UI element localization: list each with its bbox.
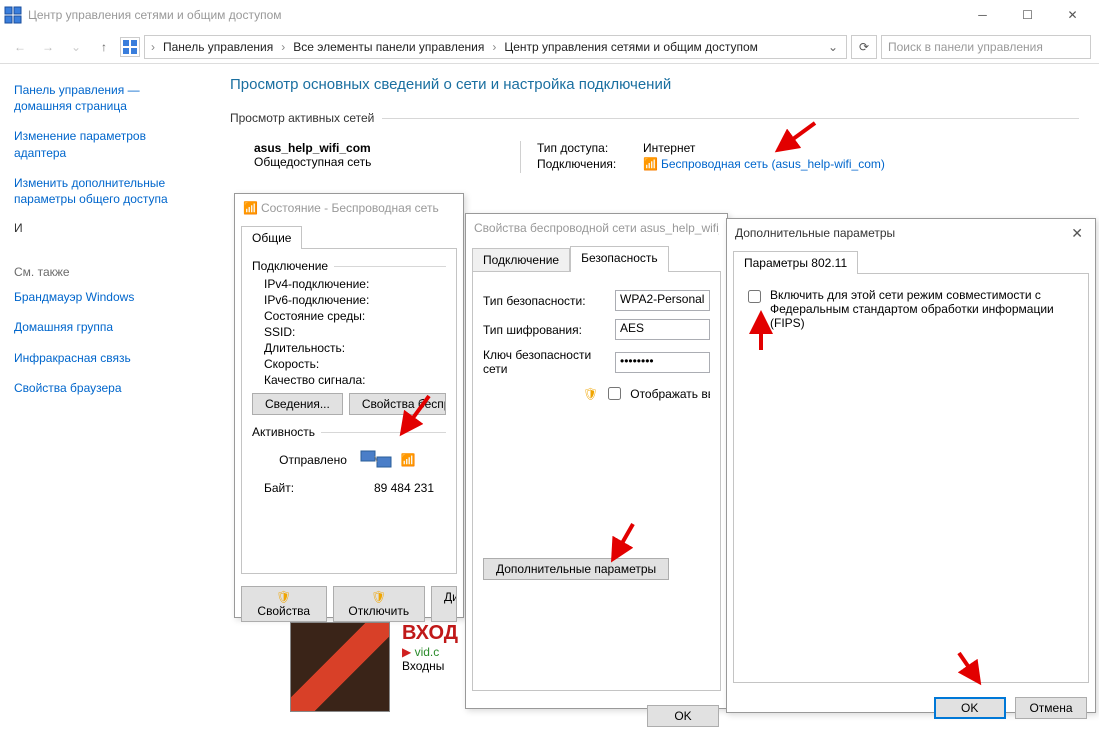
adv-cancel-button[interactable]: Отмена (1015, 697, 1087, 719)
adv-title: Дополнительные параметры (735, 226, 1067, 240)
wprops-ok-button[interactable]: OK (647, 705, 719, 727)
tab-connection[interactable]: Подключение (472, 248, 570, 272)
network-type: Общедоступная сеть (254, 155, 520, 169)
window-title: Центр управления сетями и общим доступом (28, 8, 960, 22)
active-networks-label: Просмотр активных сетей (230, 111, 1079, 125)
wireless-props-dialog: Свойства беспроводной сети asus_help_wif… (465, 213, 728, 709)
sidebar: Панель управления — домашняя страница Из… (0, 64, 210, 713)
row-ipv4: IPv4-подключение: (264, 277, 446, 291)
access-type-label: Тип доступа: (537, 141, 633, 155)
tab-security[interactable]: Безопасность (570, 246, 669, 272)
encryption-field[interactable]: AES (615, 319, 710, 340)
ad-banner: ВХОД ▶ vid.c Входны (290, 622, 458, 712)
crumb-network-center[interactable]: Центр управления сетями и общим доступом (500, 40, 762, 54)
window-titlebar: Центр управления сетями и общим доступом… (0, 0, 1099, 30)
adv-titlebar[interactable]: Дополнительные параметры ✕ (727, 219, 1095, 247)
ad-subtext: Входны (402, 659, 458, 673)
path-icon (120, 37, 140, 57)
connection-group: Подключение (252, 259, 328, 273)
ad-link[interactable]: ▶ vid.c (402, 645, 458, 659)
connections-label: Подключения: (537, 157, 633, 171)
adv-ok-button[interactable]: OK (934, 697, 1006, 719)
bytes-label: Байт: (264, 481, 294, 495)
activity-icon (359, 447, 393, 473)
refresh-button[interactable]: ⟳ (851, 35, 877, 59)
app-icon (4, 6, 22, 24)
row-ipv6: IPv6-подключение: (264, 293, 446, 307)
back-button[interactable]: ← (8, 40, 32, 54)
security-type-label: Тип безопасности: (483, 294, 615, 308)
page-title: Просмотр основных сведений о сети и наст… (230, 76, 1079, 93)
wprops-titlebar[interactable]: Свойства беспроводной сети asus_help_wif… (466, 214, 727, 242)
row-media: Состояние среды: (264, 309, 446, 323)
status-title: Состояние - Беспроводная сеть (261, 201, 455, 215)
access-type-value: Интернет (643, 141, 695, 155)
search-input[interactable]: Поиск в панели управления (881, 35, 1091, 59)
advanced-button[interactable]: Дополнительные параметры (483, 558, 669, 580)
status-titlebar[interactable]: 📶 Состояние - Беспроводная сеть (235, 194, 463, 222)
signal-bars-icon: 📶 (401, 453, 416, 467)
row-duration: Длительность: (264, 341, 446, 355)
properties-button[interactable]: 🛡Свойства (241, 586, 327, 622)
shield-icon: 🛡 (371, 590, 386, 604)
row-speed: Скорость: (264, 357, 446, 371)
forward-button[interactable]: → (36, 40, 60, 54)
tab-general[interactable]: Общие (241, 226, 302, 249)
network-name: asus_help_wifi_com (254, 141, 520, 155)
address-bar: ← → ⌄ ↑ › Панель управления › Все элемен… (0, 30, 1099, 64)
see-also-label: См. также (14, 265, 196, 279)
wprops-title: Свойства беспроводной сети asus_help_wif… (474, 221, 719, 235)
see-also-firewall[interactable]: Брандмауэр Windows (14, 289, 196, 305)
advanced-dialog: Дополнительные параметры ✕ Параметры 802… (726, 218, 1096, 713)
breadcrumb[interactable]: › Панель управления › Все элементы панел… (144, 35, 847, 59)
row-signal: Качество сигнала: (264, 373, 446, 387)
diagnose-button[interactable]: Ди (431, 586, 457, 622)
path-dropdown[interactable]: ⌄ (822, 40, 844, 54)
sidebar-sharing-settings[interactable]: Изменить дополнительные параметры общего… (14, 175, 196, 207)
shield-icon: 🛡 (276, 590, 291, 604)
crumb-control-panel[interactable]: Панель управления (159, 40, 277, 54)
up-button[interactable]: ↑ (92, 40, 116, 54)
wifi-icon: 📶 (643, 157, 658, 171)
details-button[interactable]: Сведения... (252, 393, 343, 415)
annotation-arrow (605, 519, 641, 565)
security-type-field[interactable]: WPA2-Personal (615, 290, 710, 311)
key-field[interactable]: •••••••• (615, 352, 710, 373)
sent-label: Отправлено (279, 453, 347, 467)
ad-image (290, 622, 390, 712)
maximize-button[interactable]: ☐ (1005, 0, 1050, 30)
key-label: Ключ безопасности сети (483, 348, 615, 376)
wifi-icon: 📶 (243, 201, 258, 215)
connection-link[interactable]: 📶Беспроводная сеть (asus_help-wifi_com) (643, 157, 885, 171)
annotation-arrow (770, 118, 820, 158)
adv-close-button[interactable]: ✕ (1067, 225, 1087, 242)
ad-heading[interactable]: ВХОД (402, 622, 458, 645)
sidebar-home[interactable]: Панель управления — домашняя страница (14, 82, 196, 114)
show-chars-label: Отображать вво (630, 387, 710, 401)
sidebar-truncated: И (14, 221, 196, 235)
close-button[interactable]: ✕ (1050, 0, 1095, 30)
fips-checkbox[interactable] (748, 290, 761, 303)
annotation-arrow (951, 648, 987, 688)
see-also-browser[interactable]: Свойства браузера (14, 380, 196, 396)
sidebar-adapter-settings[interactable]: Изменение параметров адаптера (14, 128, 196, 160)
recent-dropdown[interactable]: ⌄ (64, 40, 88, 54)
annotation-arrow (748, 308, 774, 354)
crumb-all-items[interactable]: Все элементы панели управления (289, 40, 488, 54)
minimize-button[interactable]: ─ (960, 0, 1005, 30)
row-ssid: SSID: (264, 325, 446, 339)
see-also-infrared[interactable]: Инфракрасная связь (14, 350, 196, 366)
fips-label: Включить для этой сети режим совместимос… (770, 288, 1078, 330)
see-also-homegroup[interactable]: Домашняя группа (14, 319, 196, 335)
annotation-arrow (394, 391, 434, 441)
encryption-label: Тип шифрования: (483, 323, 615, 337)
bytes-value: 89 484 231 (294, 481, 434, 495)
disconnect-button[interactable]: 🛡Отключить (333, 586, 425, 622)
show-chars-checkbox[interactable] (608, 387, 621, 400)
activity-group: Активность (252, 425, 315, 439)
shield-icon: 🛡 (583, 387, 598, 401)
tab-80211[interactable]: Параметры 802.11 (733, 251, 858, 274)
